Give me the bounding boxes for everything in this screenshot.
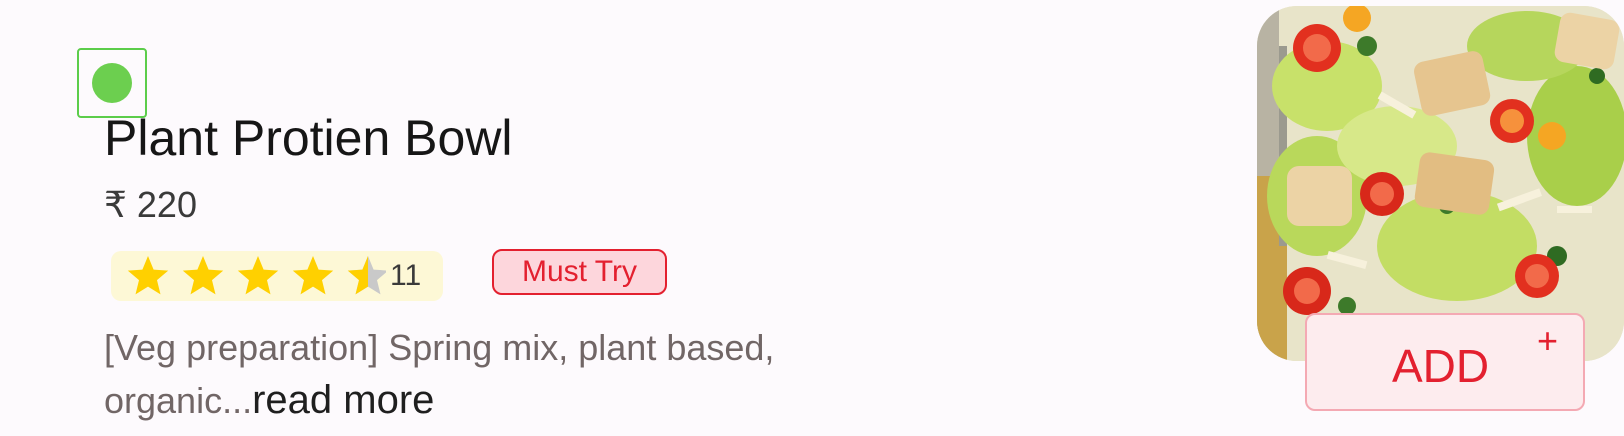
read-more-link[interactable]: read more — [252, 378, 434, 422]
item-description: [Veg preparation] Spring mix, plant base… — [104, 322, 904, 427]
rating-count: 11 — [390, 259, 422, 292]
salad-bowl-image — [1257, 6, 1624, 361]
star-icon — [182, 256, 224, 295]
star-icon — [292, 256, 334, 295]
add-button[interactable]: ADD + — [1305, 313, 1585, 411]
add-label: ADD — [1392, 340, 1490, 392]
item-price: ₹ 220 — [104, 184, 197, 225]
plus-icon: + — [1537, 320, 1559, 361]
star-icon — [127, 256, 169, 295]
description-text: [Veg preparation] Spring mix, plant base… — [104, 327, 775, 421]
rating-stars — [127, 256, 386, 295]
half-star-icon — [347, 256, 386, 295]
must-try-badge: Must Try — [492, 249, 667, 295]
item-title: Plant Protien Bowl — [104, 110, 513, 166]
star-icon — [237, 256, 279, 295]
rating-badge: 11 — [111, 251, 443, 301]
veg-indicator-dot — [92, 63, 132, 103]
